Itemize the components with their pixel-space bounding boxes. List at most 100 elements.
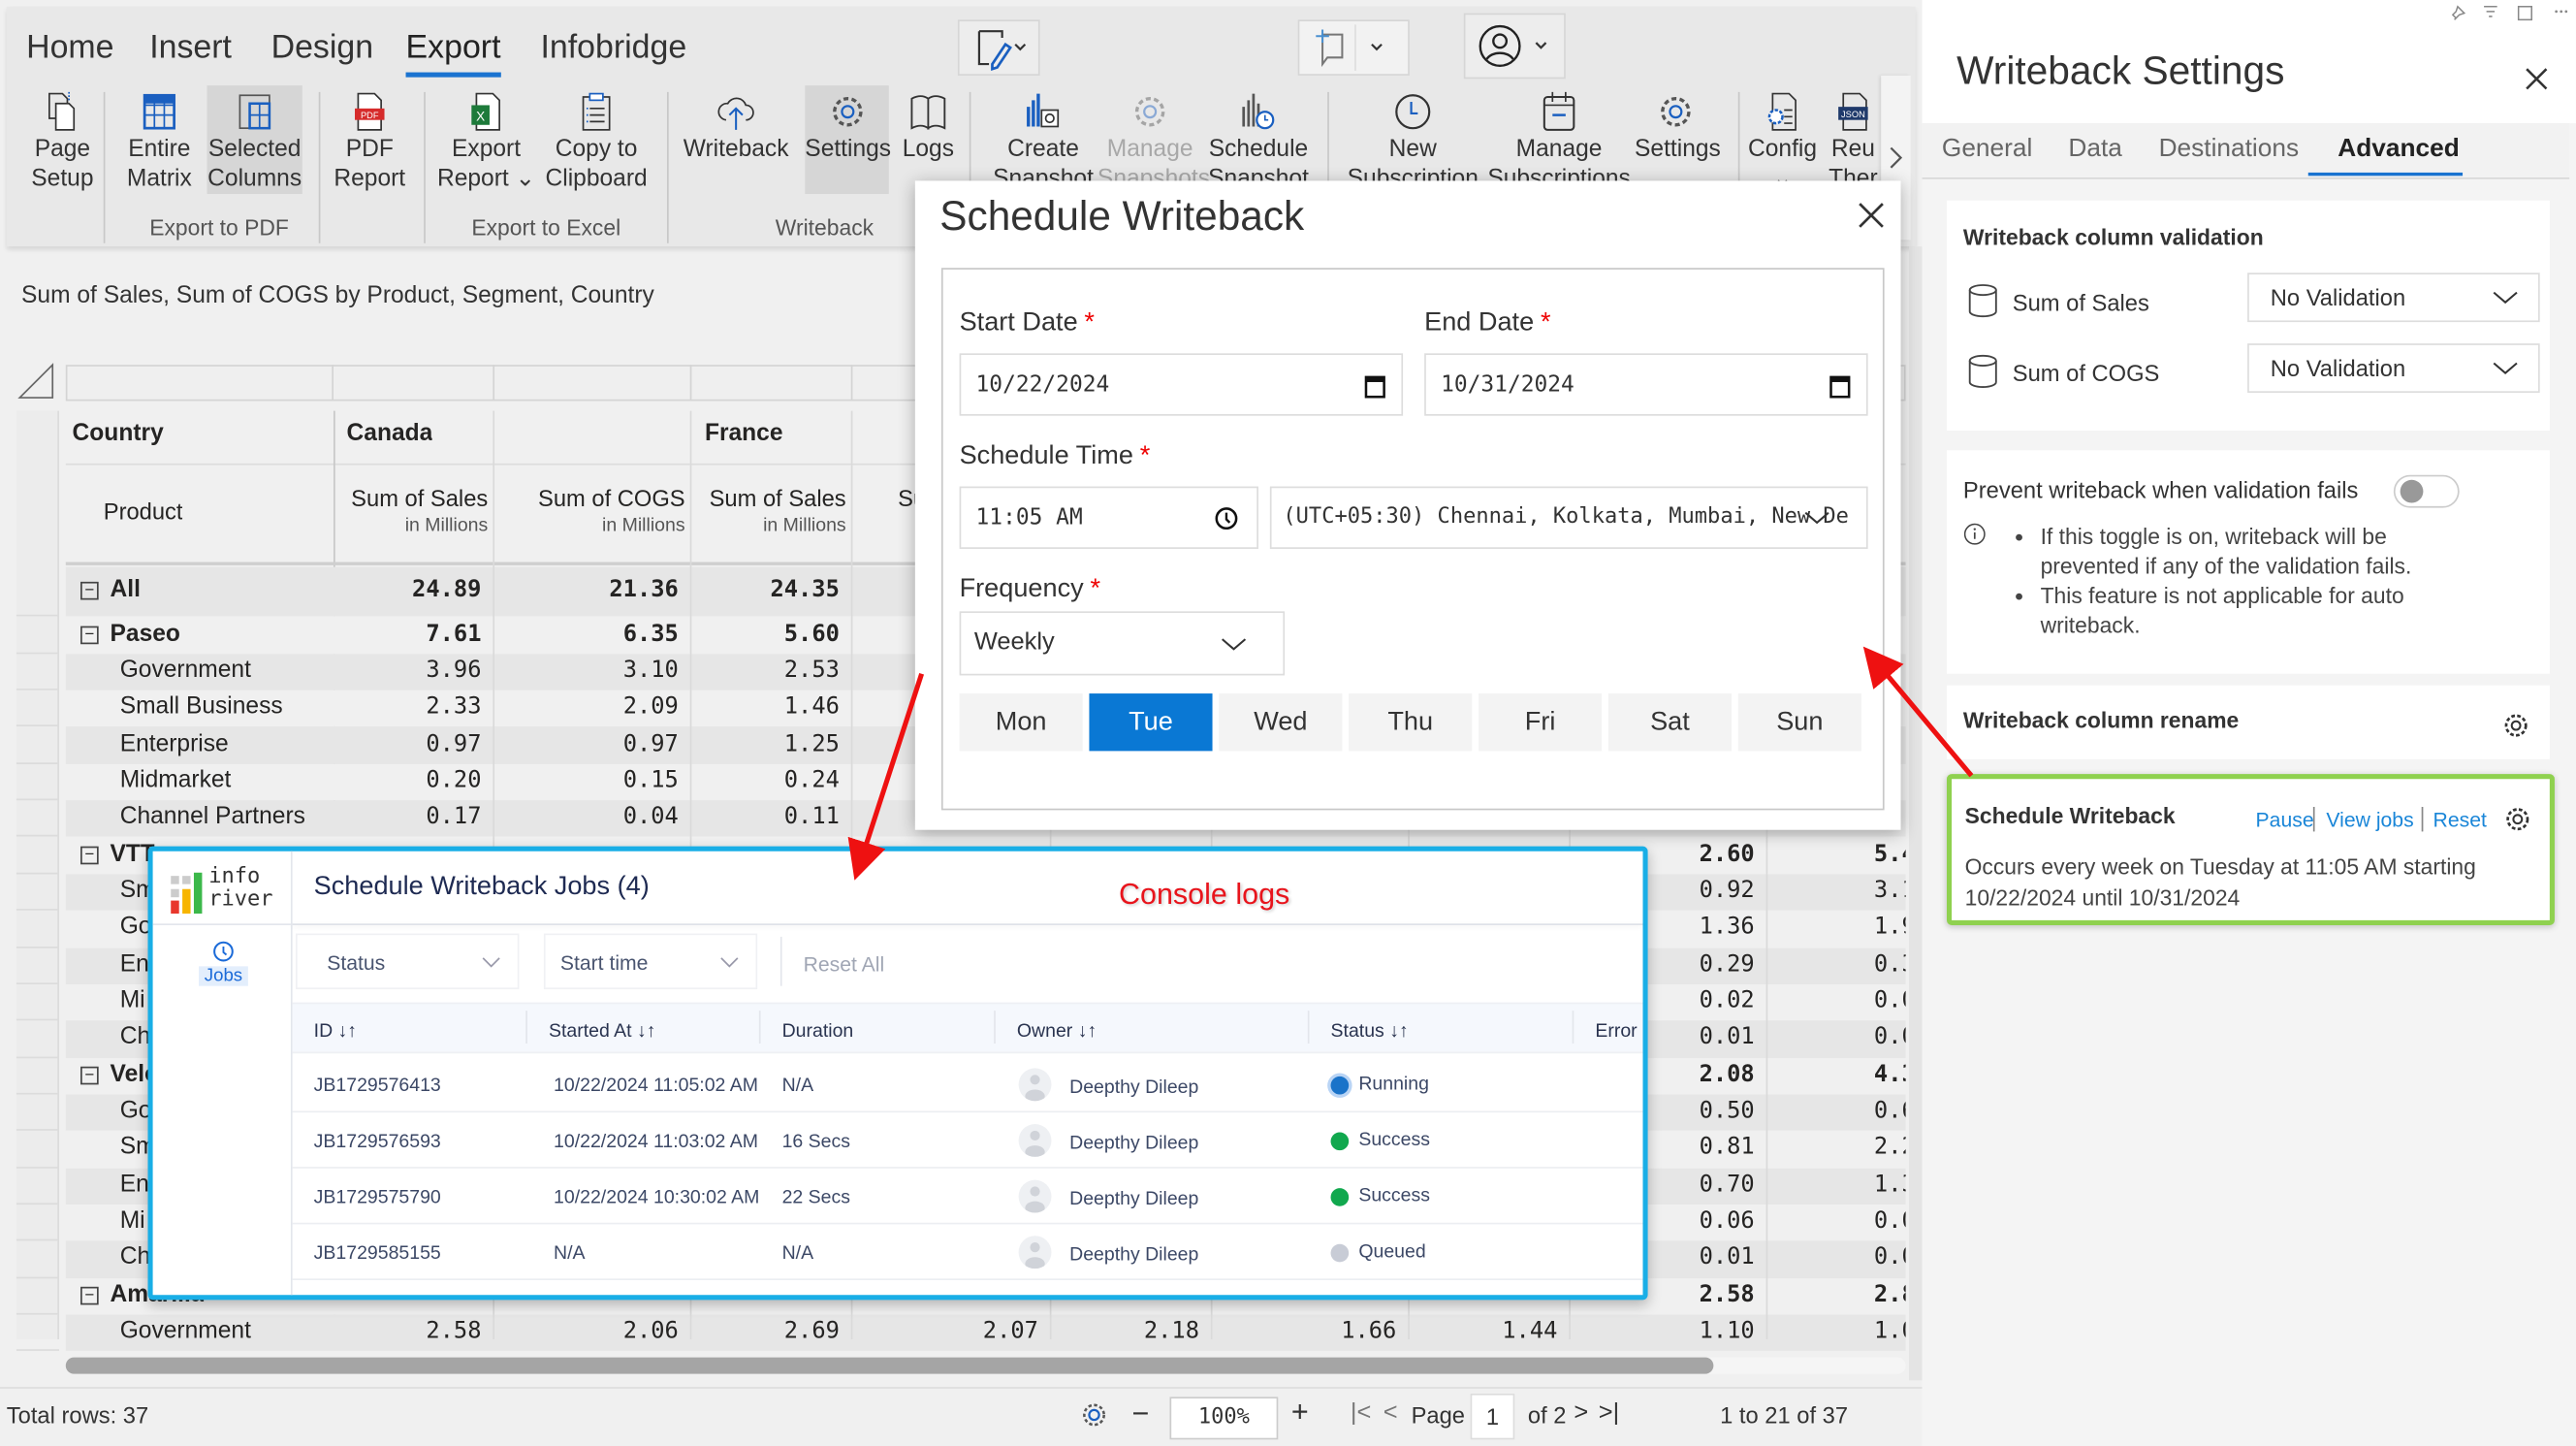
writeback-button[interactable]: Writeback [677,85,795,194]
clock-icon[interactable] [1214,506,1238,530]
manage-subscriptions-button[interactable]: Manage Subscriptions [1485,85,1634,194]
first-page-button[interactable]: |< [1351,1398,1371,1427]
reset-all-button[interactable]: Reset All [804,953,885,977]
zoom-out-button[interactable]: − [1132,1397,1150,1431]
close-icon[interactable] [1857,201,1887,231]
collapse-button[interactable]: − [80,1066,99,1084]
ribbon-button-label: Export [452,136,522,163]
day-button-sun[interactable]: Sun [1737,693,1861,752]
grid-footer: Total rows: 37 − 100% + |< < Page 1 of 2… [0,1387,1923,1446]
subscription-settings-button[interactable]: Settings [1635,85,1721,194]
zoom-in-button[interactable]: + [1291,1396,1309,1430]
day-button-wed[interactable]: Wed [1219,693,1343,752]
job-duration: 16 Secs [781,1132,851,1152]
column-header[interactable]: Started At ↓↑ [549,1022,655,1042]
tab-infobridge[interactable]: Infobridge [540,30,686,68]
calendar-icon[interactable] [1829,373,1852,400]
validation-select-sum-of-cogs[interactable]: No Validation [2247,343,2540,393]
column-divider [1307,1011,1310,1044]
database-column-icon [1968,284,1997,318]
tab-design[interactable]: Design [271,30,374,68]
row-label: Mi [119,987,145,1014]
edit-mode-button[interactable] [957,19,1040,76]
panel-tab-advanced[interactable]: Advanced [2337,135,2460,165]
column-divider [689,365,692,402]
user-menu-button[interactable] [1463,13,1566,80]
scrollbar-thumb[interactable] [65,1357,1714,1374]
status-filter[interactable]: Status [296,933,520,990]
more-options-icon[interactable] [2555,10,2568,14]
close-icon[interactable] [2524,66,2550,92]
view-jobs-link[interactable]: View jobs [2326,809,2413,832]
value-cell: 2.8 [1873,1281,1906,1308]
selected-columns-button[interactable]: Selected Columns [207,85,302,194]
panel-tab-destinations[interactable]: Destinations [2159,135,2300,165]
day-button-fri[interactable]: Fri [1479,693,1603,752]
pin-icon[interactable] [2451,5,2466,20]
chevron-down-icon [2493,362,2518,374]
copy-to-clipboard-button[interactable]: Copy to Clipboard [535,85,656,194]
column-header[interactable]: Owner ↓↑ [1017,1022,1097,1042]
page-input[interactable]: 1 [1470,1393,1515,1440]
tab-insert[interactable]: Insert [149,30,232,68]
create-snapshot-button[interactable]: Create Snapshot [989,85,1097,194]
day-button-tue[interactable]: Tue [1089,693,1213,752]
horizontal-scrollbar[interactable] [65,1357,1906,1374]
panel-tab-data[interactable]: Data [2068,135,2121,165]
column-header[interactable]: ID ↓↑ [314,1022,357,1042]
row-label: Ch [119,1244,151,1271]
filter-icon[interactable] [2484,6,2497,17]
export-report-button[interactable]: X Export Report ⌄ [433,85,538,194]
tab-export[interactable]: Export [405,30,501,78]
ribbon-button-label: Selected [207,136,302,163]
focus-mode-icon[interactable] [2517,6,2532,21]
entire-matrix-button[interactable]: Entire Matrix [115,85,205,194]
pdf-report-button[interactable]: PDF PDF Report [329,85,411,194]
zoom-input[interactable]: 100% [1169,1397,1279,1440]
collapse-button[interactable]: − [80,581,99,600]
value-cell: 0.24 [783,767,840,794]
start-time-filter[interactable]: Start time [543,933,758,990]
gear-icon[interactable] [2502,712,2530,740]
prevent-writeback-toggle[interactable] [2393,474,2460,508]
collapse-button[interactable]: − [80,625,99,644]
gear-icon[interactable] [1078,1398,1111,1431]
collapse-button[interactable]: − [80,1286,99,1305]
total-rows: Total rows: 37 [6,1401,149,1429]
start-date-input[interactable]: 10/22/2024 [959,353,1404,416]
day-button-sat[interactable]: Sat [1607,693,1733,752]
writeback-settings-button[interactable]: Settings [805,85,891,194]
manage-snapshots-button[interactable]: Manage Snapshots [1097,85,1210,194]
reuse-theme-button[interactable]: JSON Reu Ther [1821,85,1887,194]
reset-link[interactable]: Reset [2433,809,2487,832]
value-cell: 2.69 [783,1318,840,1345]
end-date-input[interactable]: 10/31/2024 [1424,353,1868,416]
gear-icon[interactable] [2503,805,2531,833]
day-button-mon[interactable]: Mon [959,693,1083,752]
pause-link[interactable]: Pause [2256,809,2314,832]
validation-select-sum-of-sales[interactable]: No Validation [2247,273,2540,323]
column-header[interactable]: Status ↓↑ [1331,1022,1409,1042]
config-button[interactable]: Config ⌄ [1748,85,1817,194]
comment-button[interactable] [1297,19,1410,76]
frequency-select[interactable]: Weekly [959,611,1286,676]
panel-tab-general[interactable]: General [1942,135,2032,165]
timezone-select[interactable]: (UTC+05:30) Chennai, Kolkata, Mumbai, Ne… [1269,486,1868,549]
columns-icon [239,94,271,130]
page-setup-button[interactable]: Page Setup [19,85,105,194]
day-button-thu[interactable]: Thu [1349,693,1473,752]
schedule-time-input[interactable]: 11:05 AM [959,486,1258,549]
tab-home[interactable]: Home [26,30,113,68]
value-cell: 3.96 [426,657,482,684]
last-page-button[interactable]: >| [1599,1398,1619,1427]
schedule-snapshot-button[interactable]: Schedule Snapshot [1207,85,1309,194]
next-page-button[interactable]: > [1574,1398,1588,1427]
new-subscription-button[interactable]: New Subscription [1337,85,1488,194]
vertical-scrollbar[interactable] [1909,246,1923,1381]
select-all-corner[interactable] [16,362,56,402]
collapse-button[interactable]: − [80,846,99,864]
prev-page-button[interactable]: < [1383,1398,1398,1427]
nav-item-jobs[interactable]: Jobs [199,940,248,986]
logs-button[interactable]: Logs [894,85,963,194]
calendar-icon[interactable] [1363,373,1386,400]
